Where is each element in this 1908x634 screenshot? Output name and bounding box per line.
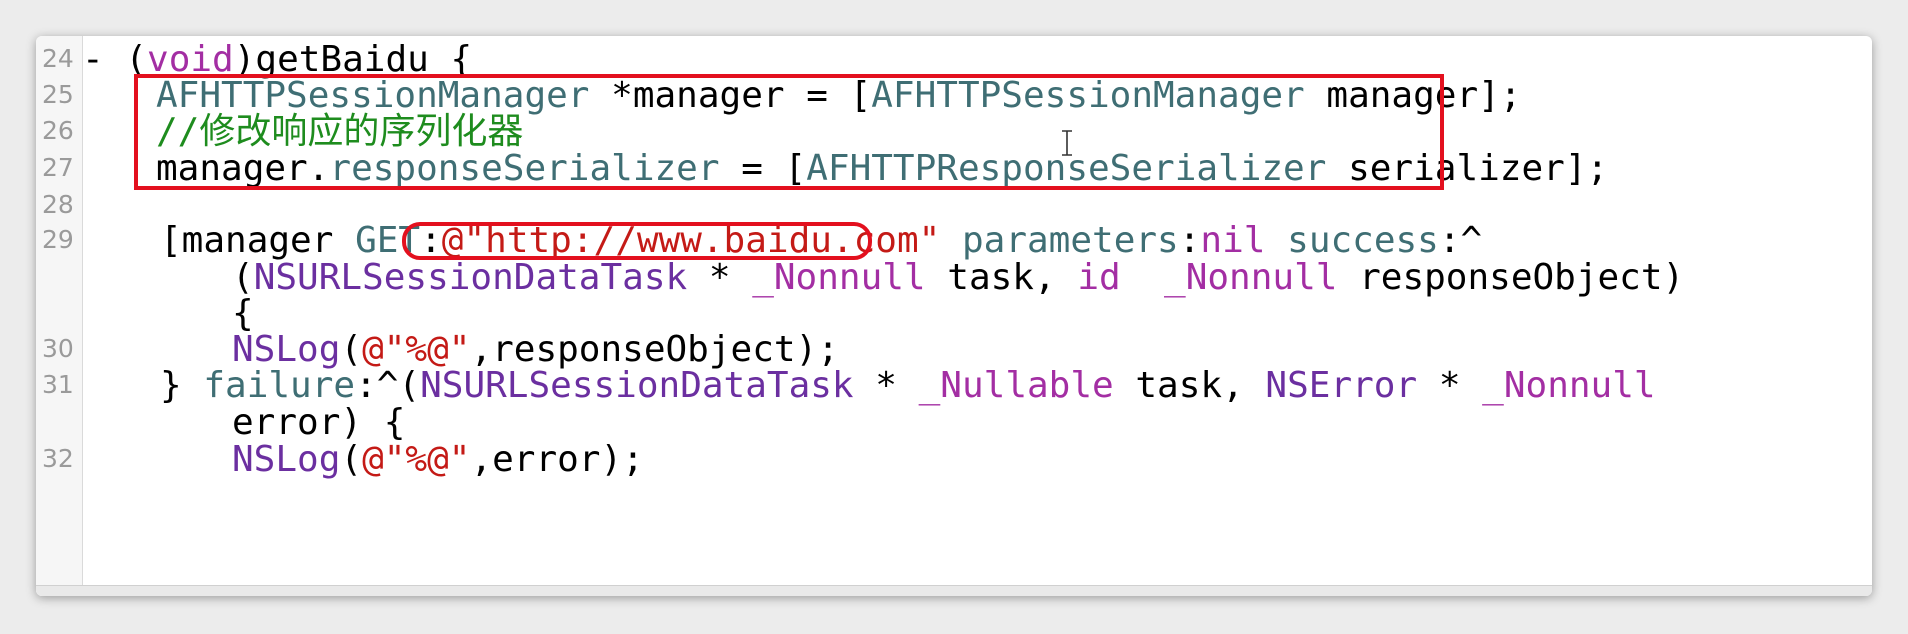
code-token: _Nonnull	[1482, 365, 1656, 406]
code-token: :^(	[355, 365, 421, 406]
highlight-box-manager-setup	[134, 74, 1444, 190]
code-token: parameters	[961, 220, 1179, 261]
code-token: failure	[203, 365, 356, 406]
text-cursor-icon	[1062, 130, 1072, 156]
line-number: 26	[42, 116, 74, 145]
code-token: task,	[925, 257, 1078, 298]
code-token: @"%@"	[362, 439, 471, 480]
code-token: :	[1178, 220, 1201, 261]
code-token: }	[160, 365, 204, 406]
line-number-gutter: 24 25 26 27 28 29 30 31 32	[36, 36, 83, 596]
line-number: 29	[42, 225, 74, 254]
line-number: 30	[42, 334, 74, 363]
code-token: :^	[1438, 220, 1483, 261]
line-number: 32	[42, 444, 74, 473]
line-number: 24	[42, 44, 74, 73]
code-token: NSURLSessionDataTask	[253, 257, 688, 298]
code-token: nil	[1200, 220, 1266, 261]
code-token: error) {	[232, 402, 406, 443]
code-token: NSLog	[232, 439, 341, 480]
code-token: [manager	[160, 220, 356, 261]
horizontal-scrollbar[interactable]	[36, 585, 1872, 596]
code-token: task,	[1113, 365, 1266, 406]
code-token: *	[853, 365, 919, 406]
code-token: responseObject)	[1337, 257, 1685, 298]
code-token: _Nonnull	[1164, 257, 1338, 298]
code-token: *	[687, 257, 753, 298]
line-number: 31	[42, 370, 74, 399]
code-token: _Nullable	[918, 365, 1114, 406]
code-line[interactable]: (NSURLSessionDataTask * _Nonnull task, i…	[232, 256, 1684, 300]
code-token: id	[1077, 257, 1121, 298]
code-token: _Nonnull	[752, 257, 926, 298]
code-token: success	[1287, 220, 1439, 261]
line-number: 25	[42, 80, 74, 109]
line-number: 28	[42, 190, 74, 219]
code-token: (	[340, 439, 363, 480]
code-editor[interactable]: 24 25 26 27 28 29 30 31 32 - (void)getBaidu {AFH…	[36, 36, 1872, 596]
code-line[interactable]: NSLog(@"%@",error);	[232, 438, 644, 482]
code-token: NSError	[1265, 365, 1418, 406]
code-token: NSURLSessionDataTask	[420, 365, 854, 406]
highlight-box-url	[402, 222, 872, 260]
line-number: 27	[42, 153, 74, 182]
code-token: *	[1417, 365, 1483, 406]
code-token: ,error);	[470, 439, 644, 480]
